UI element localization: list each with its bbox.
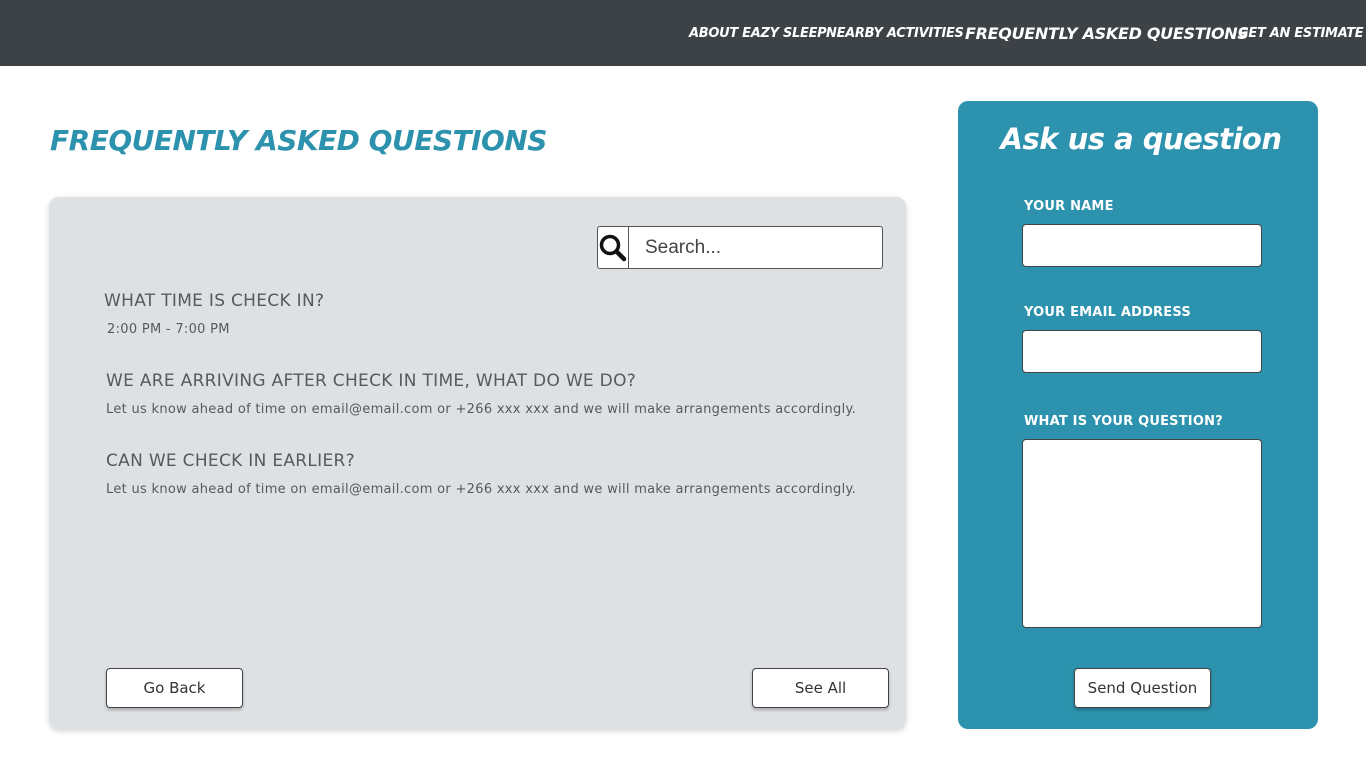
- page-title: FREQUENTLY ASKED QUESTIONS: [50, 124, 547, 157]
- ask-question-title: Ask us a question: [1000, 122, 1282, 156]
- faq-answer: Let us know ahead of time on email@email…: [106, 402, 857, 417]
- go-back-button[interactable]: Go Back: [106, 668, 243, 708]
- see-all-button[interactable]: See All: [752, 668, 889, 708]
- nav-frequently-asked-questions[interactable]: FREQUENTLY ASKED QUESTIONS: [965, 0, 1249, 66]
- question-textarea[interactable]: [1022, 439, 1262, 628]
- search-box: [597, 226, 890, 269]
- email-label: YOUR EMAIL ADDRESS: [1024, 305, 1191, 320]
- faq-question: CAN WE CHECK IN EARLIER?: [106, 451, 355, 471]
- question-label: WHAT IS YOUR QUESTION?: [1024, 414, 1223, 429]
- faq-answer: 2:00 PM - 7:00 PM: [107, 322, 230, 337]
- nav-get-an-estimate[interactable]: GET AN ESTIMATE: [1238, 0, 1364, 66]
- nav-about-eazy-sleep[interactable]: ABOUT EAZY SLEEP: [689, 0, 827, 66]
- email-field[interactable]: [1022, 330, 1262, 373]
- name-label: YOUR NAME: [1024, 199, 1114, 214]
- send-question-button[interactable]: Send Question: [1074, 668, 1211, 708]
- search-input[interactable]: [629, 227, 890, 268]
- faq-question: WE ARE ARRIVING AFTER CHECK IN TIME, WHA…: [106, 371, 637, 391]
- faq-answer: Let us know ahead of time on email@email…: [106, 482, 857, 497]
- nav-nearby-activities[interactable]: NEARBY ACTIVITIES: [826, 0, 964, 66]
- faq-question: WHAT TIME IS CHECK IN?: [104, 291, 325, 311]
- name-field[interactable]: [1022, 224, 1262, 267]
- search-icon[interactable]: [598, 227, 629, 268]
